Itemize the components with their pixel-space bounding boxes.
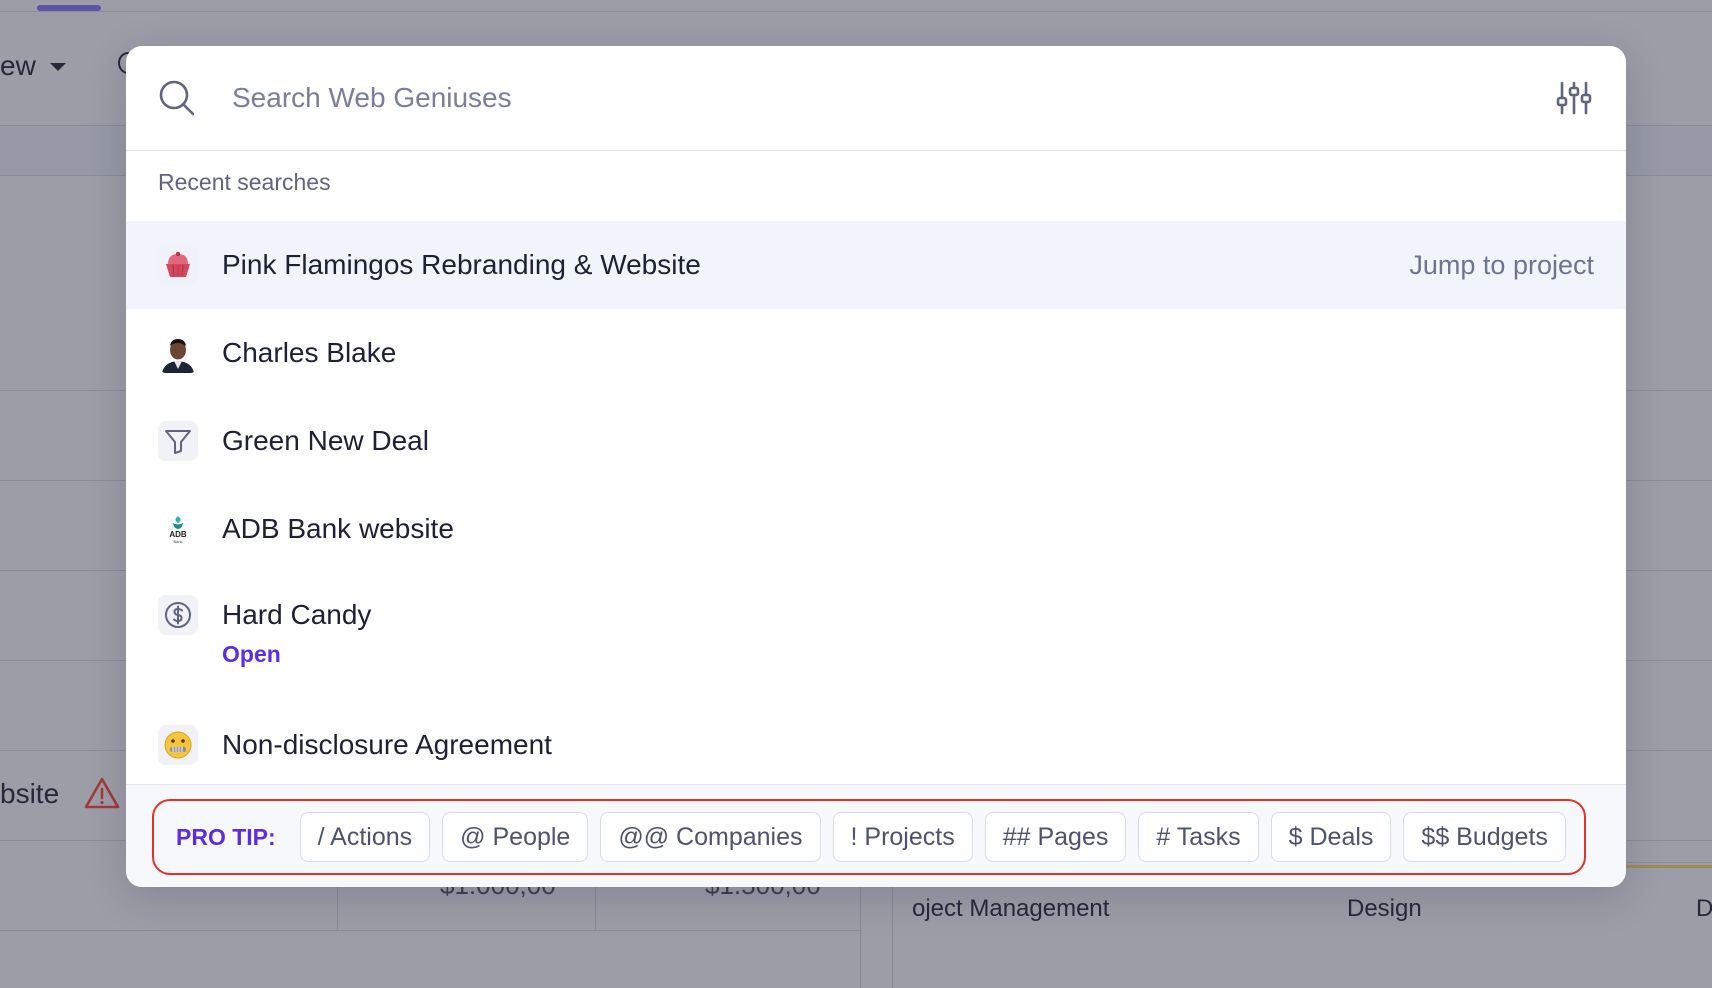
bg-divider [595,880,596,930]
status-badge: Open [222,641,281,667]
recent-search-list: Pink Flamingos Rebranding & Website Jump… [126,221,1626,789]
pro-tip-highlight: PRO TIP: / Actions @ People @@ Companies… [152,799,1586,875]
chip-actions[interactable]: / Actions [299,812,431,862]
bg-divider [337,880,338,930]
chip-deals[interactable]: $ Deals [1270,812,1392,862]
search-bar [126,46,1626,151]
recent-item-charles-blake[interactable]: Charles Blake [126,309,1626,397]
chip-pages[interactable]: ## Pages [984,812,1127,862]
recent-item-title: Green New Deal [222,425,429,456]
chip-projects[interactable]: ! Projects [832,812,973,862]
chip-tasks[interactable]: # Tasks [1138,812,1259,862]
jump-to-project-link[interactable]: Jump to project [1409,250,1594,281]
adb-logo-text: ADB [169,529,187,539]
recent-item-title: Non-disclosure Agreement [222,729,552,760]
search-modal: Recent searches Pink Flamingos Rebrandin… [126,46,1626,887]
bg-progress-line [1620,865,1712,868]
chip-budgets[interactable]: $$ Budgets [1403,812,1566,862]
bg-view-dropdown-label: ew [0,50,36,81]
bg-category-label: Design [1347,895,1422,922]
bg-active-tab-indicator [37,5,101,11]
bg-top-divider [0,11,1712,12]
recent-item-adb-bank[interactable]: ADB Bank ADB Bank website [126,485,1626,573]
bg-divider [860,880,861,988]
bg-caret-down-icon [50,63,66,71]
cupcake-icon [158,245,198,285]
adb-logo-mark [173,515,183,529]
zipper-mouth-face-icon [158,725,198,765]
adb-logo-subtext: Bank [173,538,183,544]
recent-item-nda[interactable]: Non-disclosure Agreement [126,701,1626,789]
search-icon [158,79,196,117]
bg-website-text: bsite [0,778,60,809]
recent-item-title: Hard Candy [222,599,372,630]
search-input[interactable] [232,82,1554,114]
adb-bank-logo: ADB Bank [158,509,198,549]
funnel-icon [158,421,198,461]
chip-people[interactable]: @ People [442,812,589,862]
recent-item-hard-candy[interactable]: Hard Candy Open [126,573,1626,701]
bg-category-label: D [1696,895,1712,922]
person-avatar [158,333,198,373]
recent-item-green-new-deal[interactable]: Green New Deal [126,397,1626,485]
pro-tip-label: PRO TIP: [176,823,276,850]
warning-icon [84,776,120,815]
recent-item-title: ADB Bank website [222,513,454,544]
recent-item-pink-flamingos[interactable]: Pink Flamingos Rebranding & Website Jump… [126,221,1626,309]
recent-item-title: Charles Blake [222,337,397,368]
recent-item-title: Pink Flamingos Rebranding & Website [222,249,701,280]
bg-divider [0,930,862,931]
bg-category-label: oject Management [912,895,1110,922]
filter-settings-button[interactable] [1554,78,1594,118]
recent-searches-label: Recent searches [158,169,331,195]
dollar-circle-icon [158,595,198,635]
chip-companies[interactable]: @@ Companies [600,812,821,862]
sliders-icon [1556,81,1592,115]
pro-tip-bar: PRO TIP: / Actions @ People @@ Companies… [126,784,1626,887]
